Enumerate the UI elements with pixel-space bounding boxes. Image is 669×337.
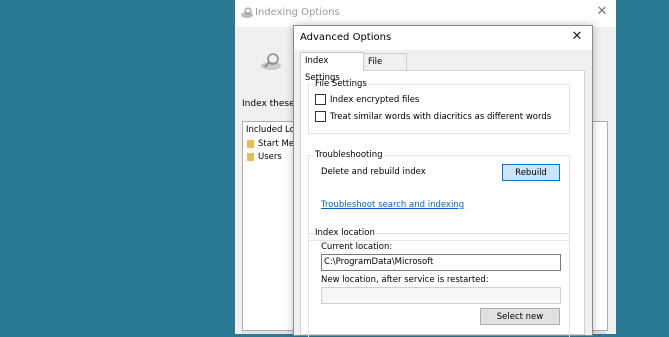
- tab-file-types[interactable]: File Types: [363, 53, 407, 84]
- select-new-button[interactable]: Select new: [480, 308, 560, 325]
- group-title: Index location: [314, 228, 376, 238]
- checkbox-label: Index encrypted files: [330, 94, 420, 105]
- index-encrypted-checkbox[interactable]: [315, 94, 326, 105]
- new-location-label: New location, after service is restarted…: [321, 275, 489, 285]
- list-item-label: Users: [258, 152, 282, 162]
- new-location-field[interactable]: [321, 287, 561, 304]
- rebuild-label: Delete and rebuild index: [321, 167, 426, 177]
- diacritics-option[interactable]: Treat similar words with diacritics as d…: [315, 111, 551, 122]
- indexing-options-icon: [241, 7, 253, 18]
- file-settings-group: File Settings Index encrypted files Trea…: [308, 79, 570, 134]
- group-title: Troubleshooting: [314, 150, 384, 160]
- tab-index-settings[interactable]: Index Settings: [300, 52, 364, 83]
- troubleshoot-link[interactable]: Troubleshoot search and indexing: [321, 200, 464, 210]
- indexing-options-icon: [261, 53, 281, 70]
- current-location-label: Current location:: [321, 242, 393, 252]
- list-item[interactable]: Start Men: [247, 139, 299, 149]
- folder-icon: [247, 140, 254, 148]
- index-settings-panel: File Settings Index encrypted files Trea…: [300, 70, 585, 337]
- diacritics-checkbox[interactable]: [315, 111, 326, 122]
- advanced-options-dialog: Advanced Options ✕ Index Settings File T…: [293, 25, 593, 337]
- bg-titlebar: Indexing Options ✕: [235, 0, 616, 27]
- close-icon[interactable]: ✕: [569, 29, 585, 45]
- list-item[interactable]: Users: [247, 152, 282, 162]
- dialog-titlebar: Advanced Options ✕: [294, 26, 592, 50]
- checkbox-label: Treat similar words with diacritics as d…: [330, 111, 552, 122]
- folder-icon: [247, 153, 254, 161]
- index-location-group: Index location Current location: C:\Prog…: [308, 228, 570, 337]
- current-location-field[interactable]: C:\ProgramData\Microsoft: [321, 254, 561, 271]
- rebuild-button[interactable]: Rebuild: [502, 164, 560, 181]
- dialog-title: Advanced Options: [300, 32, 392, 43]
- bg-window-title: Indexing Options: [255, 7, 340, 18]
- close-icon[interactable]: ✕: [594, 4, 610, 20]
- index-encrypted-option[interactable]: Index encrypted files: [315, 94, 419, 105]
